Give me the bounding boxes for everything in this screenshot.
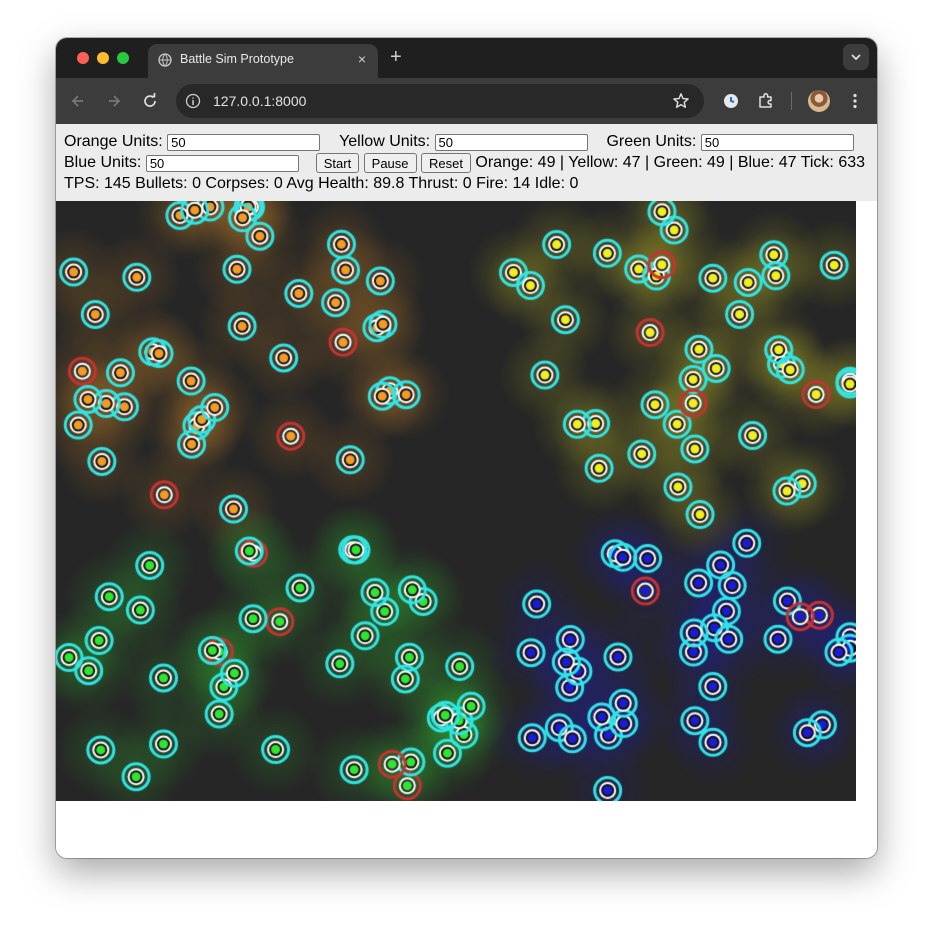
- puzzle-icon[interactable]: [756, 91, 776, 111]
- controls-row-3: TPS: 145 Bullets: 0 Corpses: 0 Avg Healt…: [64, 174, 578, 194]
- green-units-input[interactable]: [700, 133, 854, 151]
- controls-row-2: Blue Units: Start Pause Reset Orange: 49…: [64, 153, 865, 173]
- chevron-down-icon: [851, 54, 861, 61]
- battle-canvas[interactable]: [56, 201, 856, 801]
- browser-window: Battle Sim Prototype × + 127.0.0.1:8000: [56, 38, 877, 858]
- control-panel: Orange Units: Yellow Units: Green Units:…: [56, 124, 877, 201]
- globe-icon: [158, 53, 172, 67]
- star-icon[interactable]: [672, 92, 690, 110]
- zoom-window-button[interactable]: [117, 52, 129, 64]
- start-button[interactable]: Start: [315, 153, 360, 173]
- tab-search-button[interactable]: [843, 44, 869, 70]
- reload-icon[interactable]: [140, 91, 160, 111]
- controls-row-1: Orange Units: Yellow Units: Green Units:: [64, 132, 854, 152]
- pause-button[interactable]: Pause: [363, 153, 417, 173]
- orange-units-input[interactable]: [167, 133, 321, 151]
- password-manager-icon[interactable]: [721, 91, 741, 111]
- tab-battle-sim[interactable]: Battle Sim Prototype ×: [148, 44, 378, 78]
- arrow-right-icon[interactable]: [104, 91, 124, 111]
- plus-icon[interactable]: +: [390, 46, 402, 68]
- kebab-menu-icon[interactable]: [845, 91, 865, 111]
- browser-toolbar: 127.0.0.1:8000: [56, 78, 877, 124]
- close-icon[interactable]: ×: [358, 51, 366, 67]
- yellow-units-label: Yellow Units:: [339, 133, 431, 150]
- avatar[interactable]: [808, 90, 830, 112]
- close-window-button[interactable]: [77, 52, 89, 64]
- team-counts-text: Orange: 49 | Yellow: 47 | Green: 49 | Bl…: [475, 154, 866, 171]
- url-text: 127.0.0.1:8000: [213, 93, 307, 109]
- info-icon[interactable]: [185, 93, 201, 109]
- yellow-units-input[interactable]: [434, 133, 588, 151]
- blue-units-input[interactable]: [145, 154, 299, 172]
- green-units-label: Green Units:: [606, 133, 697, 150]
- page-content: Orange Units: Yellow Units: Green Units:…: [56, 124, 877, 858]
- reset-button[interactable]: Reset: [420, 153, 471, 173]
- toolbar-divider: [791, 92, 792, 110]
- tab-title: Battle Sim Prototype: [180, 52, 294, 66]
- blue-units-label: Blue Units:: [64, 154, 142, 171]
- address-bar[interactable]: 127.0.0.1:8000: [176, 84, 704, 118]
- minimize-window-button[interactable]: [97, 52, 109, 64]
- arrow-left-icon[interactable]: [68, 91, 88, 111]
- tab-strip: Battle Sim Prototype × +: [56, 38, 877, 78]
- stats-text: TPS: 145 Bullets: 0 Corpses: 0 Avg Healt…: [64, 175, 579, 192]
- orange-units-label: Orange Units:: [64, 133, 163, 150]
